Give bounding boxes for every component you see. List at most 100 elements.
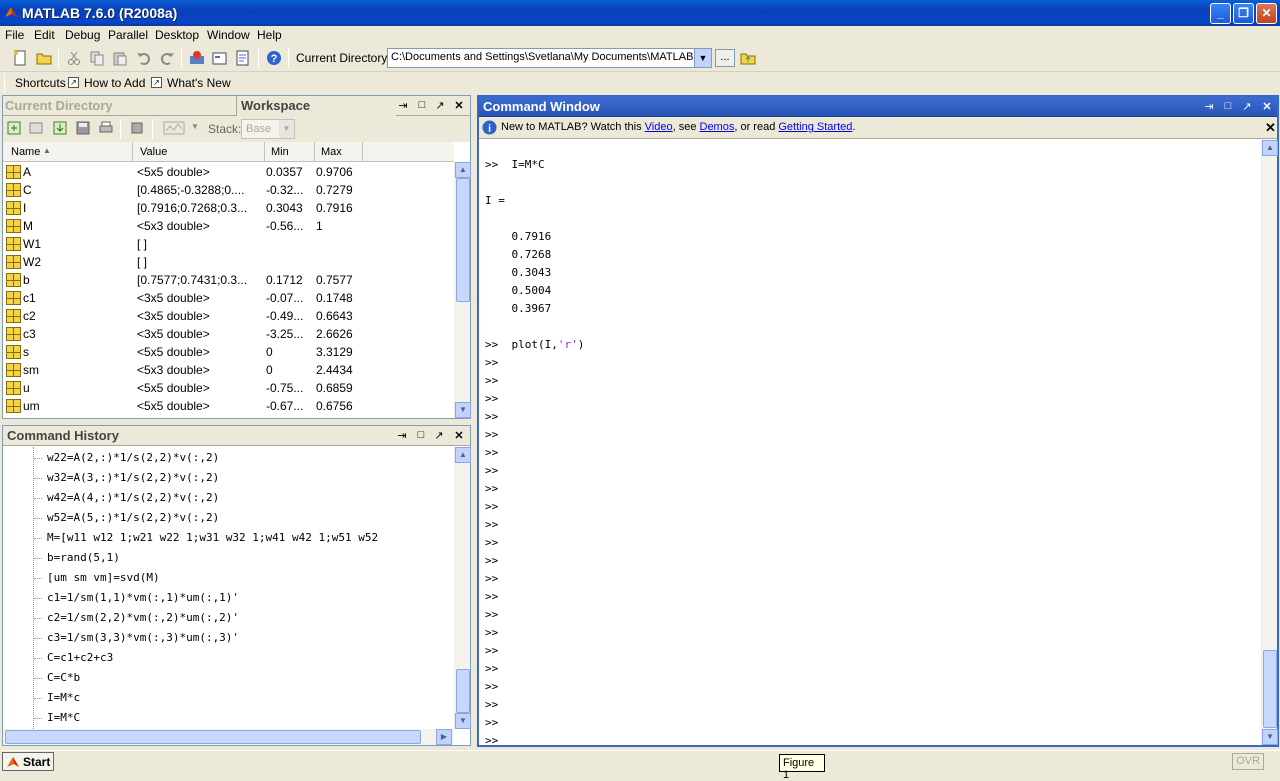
paste-icon[interactable] bbox=[112, 50, 128, 66]
workspace-scrollbar[interactable]: ▲ ▼ bbox=[454, 162, 471, 418]
table-row[interactable]: sm <5x3 double> 0 2.4434 bbox=[3, 361, 453, 379]
close-icon[interactable]: ✕ bbox=[453, 99, 465, 112]
table-row[interactable]: M <5x3 double> -0.56... 1 bbox=[3, 217, 453, 235]
pin-icon[interactable]: ↗ bbox=[434, 99, 446, 112]
column-max[interactable]: Max bbox=[321, 146, 342, 158]
profiler-icon[interactable] bbox=[235, 50, 251, 66]
column-min[interactable]: Min bbox=[271, 146, 289, 158]
table-row[interactable]: C [0.4865;-0.3288;0.... -0.32... 0.7279 bbox=[3, 181, 453, 199]
copy-icon[interactable] bbox=[89, 50, 105, 66]
delete-variable-icon[interactable] bbox=[129, 120, 145, 136]
undock-icon[interactable]: ⇥ bbox=[397, 99, 409, 112]
history-item[interactable]: I=M*C bbox=[47, 711, 80, 724]
history-item[interactable]: [um sm vm]=svd(M) bbox=[47, 571, 160, 584]
menu-parallel[interactable]: Parallel bbox=[108, 28, 148, 42]
history-item[interactable]: c3=1/sm(3,3)*vm(:,3)*um(:,3)' bbox=[47, 631, 239, 644]
history-hscrollbar[interactable]: ▶ bbox=[3, 729, 454, 745]
history-item[interactable]: c2=1/sm(2,2)*vm(:,2)*um(:,2)' bbox=[47, 611, 239, 624]
start-button[interactable]: Start bbox=[2, 752, 54, 771]
history-item[interactable]: w32=A(3,:)*1/s(2,2)*v(:,2) bbox=[47, 471, 219, 484]
how-to-add-link[interactable]: How to Add bbox=[84, 76, 145, 90]
table-row[interactable]: W2 [ ] bbox=[3, 253, 453, 271]
maximize-icon[interactable]: □ bbox=[416, 99, 428, 111]
restore-button[interactable]: ❐ bbox=[1233, 3, 1254, 24]
scroll-right-icon[interactable]: ▶ bbox=[436, 729, 452, 745]
table-row[interactable]: A <5x5 double> 0.0357 0.9706 bbox=[3, 163, 453, 181]
scroll-thumb[interactable] bbox=[456, 669, 470, 713]
menu-window[interactable]: Window bbox=[207, 28, 250, 42]
undock-icon[interactable]: ⇥ bbox=[1203, 100, 1215, 113]
scroll-thumb[interactable] bbox=[456, 178, 470, 302]
save-workspace-icon[interactable] bbox=[75, 120, 91, 136]
scroll-down-icon[interactable]: ▼ bbox=[455, 713, 471, 729]
close-button[interactable]: ✕ bbox=[1256, 3, 1277, 24]
table-row[interactable]: W1 [ ] bbox=[3, 235, 453, 253]
guide-icon[interactable] bbox=[212, 50, 228, 66]
whats-new-link[interactable]: What's New bbox=[167, 76, 231, 90]
hscroll-thumb[interactable] bbox=[5, 730, 421, 744]
menu-help[interactable]: Help bbox=[257, 28, 282, 42]
chevron-down-icon[interactable]: ▼ bbox=[694, 49, 711, 67]
table-row[interactable]: b [0.7577;0.7431;0.3... 0.1712 0.7577 bbox=[3, 271, 453, 289]
table-row[interactable]: I [0.7916;0.7268;0.3... 0.3043 0.7916 bbox=[3, 199, 453, 217]
history-item[interactable]: M=[w11 w12 1;w21 w22 1;w31 w32 1;w41 w42… bbox=[47, 531, 378, 544]
new-file-icon[interactable] bbox=[12, 50, 28, 66]
shortcuts-label[interactable]: Shortcuts bbox=[15, 76, 66, 90]
demos-link[interactable]: Demos bbox=[700, 121, 735, 133]
history-item[interactable]: b=rand(5,1) bbox=[47, 551, 120, 564]
undo-icon[interactable] bbox=[136, 50, 152, 66]
history-item[interactable]: C=c1+c2+c3 bbox=[47, 651, 113, 664]
getting-started-link[interactable]: Getting Started bbox=[778, 121, 852, 133]
browse-button[interactable]: ... bbox=[715, 49, 735, 67]
menu-desktop[interactable]: Desktop bbox=[155, 28, 199, 42]
scroll-up-icon[interactable]: ▲ bbox=[1262, 140, 1278, 156]
close-icon[interactable]: ✕ bbox=[1265, 120, 1276, 136]
menu-edit[interactable]: Edit bbox=[34, 28, 55, 42]
scroll-down-icon[interactable]: ▼ bbox=[1262, 729, 1278, 745]
history-item[interactable]: I=M*c bbox=[47, 691, 80, 704]
command-output[interactable]: >> I=M*C I = 0.7916 0.7268 0.3043 0.5004 … bbox=[479, 142, 1261, 745]
folder-up-icon[interactable] bbox=[740, 50, 756, 66]
open-variable-icon[interactable] bbox=[28, 120, 44, 136]
table-row[interactable]: c1 <3x5 double> -0.07... 0.1748 bbox=[3, 289, 453, 307]
menu-file[interactable]: File bbox=[5, 28, 24, 42]
tab-workspace[interactable]: Workspace bbox=[241, 98, 310, 113]
column-name[interactable]: Name bbox=[11, 146, 40, 158]
pin-icon[interactable]: ↗ bbox=[433, 429, 445, 442]
table-row[interactable]: s <5x5 double> 0 3.3129 bbox=[3, 343, 453, 361]
scroll-down-icon[interactable]: ▼ bbox=[455, 402, 471, 418]
chevron-down-icon[interactable]: ▼ bbox=[191, 122, 199, 131]
simulink-icon[interactable] bbox=[189, 50, 205, 66]
close-icon[interactable]: ✕ bbox=[1261, 100, 1273, 113]
scroll-up-icon[interactable]: ▲ bbox=[455, 447, 471, 463]
redo-icon[interactable] bbox=[159, 50, 175, 66]
new-variable-icon[interactable] bbox=[6, 120, 22, 136]
scroll-up-icon[interactable]: ▲ bbox=[455, 162, 471, 178]
pin-icon[interactable]: ↗ bbox=[1241, 100, 1253, 113]
undock-icon[interactable]: ⇥ bbox=[396, 429, 408, 442]
history-item[interactable]: c1=1/sm(1,1)*vm(:,1)*um(:,1)' bbox=[47, 591, 239, 604]
history-item[interactable]: w52=A(5,:)*1/s(2,2)*v(:,2) bbox=[47, 511, 219, 524]
help-icon[interactable]: ? bbox=[266, 50, 282, 66]
minimize-button[interactable]: _ bbox=[1210, 3, 1231, 24]
column-value[interactable]: Value bbox=[140, 146, 167, 158]
print-icon[interactable] bbox=[98, 120, 114, 136]
open-folder-icon[interactable] bbox=[36, 50, 52, 66]
history-vscrollbar[interactable]: ▲ ▼ bbox=[454, 447, 471, 729]
maximize-icon[interactable]: □ bbox=[1222, 100, 1234, 112]
cut-icon[interactable] bbox=[66, 50, 82, 66]
video-link[interactable]: Video bbox=[645, 121, 673, 133]
table-row[interactable]: c2 <3x5 double> -0.49... 0.6643 bbox=[3, 307, 453, 325]
history-item[interactable]: C=C*b bbox=[47, 671, 80, 684]
table-row[interactable]: um <5x5 double> -0.67... 0.6756 bbox=[3, 397, 453, 415]
history-item[interactable]: w22=A(2,:)*1/s(2,2)*v(:,2) bbox=[47, 451, 219, 464]
table-row[interactable]: u <5x5 double> -0.75... 0.6859 bbox=[3, 379, 453, 397]
menu-debug[interactable]: Debug bbox=[65, 28, 100, 42]
current-directory-input[interactable]: C:\Documents and Settings\Svetlana\My Do… bbox=[387, 48, 712, 68]
table-row[interactable]: c3 <3x5 double> -3.25... 2.6626 bbox=[3, 325, 453, 343]
import-data-icon[interactable] bbox=[52, 120, 68, 136]
scroll-thumb[interactable] bbox=[1263, 650, 1277, 728]
tab-current-directory[interactable]: Current Directory bbox=[5, 98, 113, 113]
figure-1-button[interactable]: Figure 1 bbox=[779, 754, 825, 781]
close-icon[interactable]: ✕ bbox=[453, 429, 465, 442]
